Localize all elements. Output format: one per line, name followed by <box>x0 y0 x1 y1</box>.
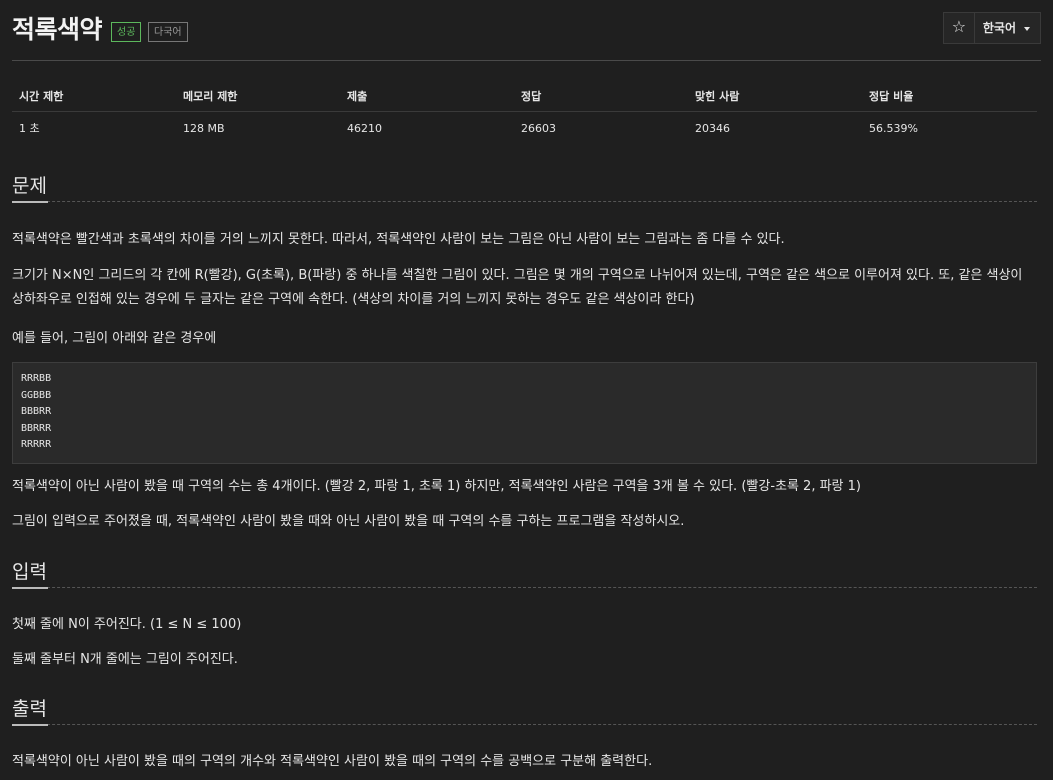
header-actions: ☆ 한국어 <box>942 12 1041 44</box>
output-section-heading: 출력 <box>12 692 1037 726</box>
output-heading-text: 출력 <box>12 698 47 720</box>
stats-header-time-limit: 시간 제한 <box>12 80 176 112</box>
input-section-heading: 입력 <box>12 555 1037 589</box>
problem-heading-text: 문제 <box>12 175 47 197</box>
caret-down-icon <box>1024 26 1030 31</box>
problem-description-p3: 예를 들어, 그림이 아래와 같은 경우에 <box>12 331 217 346</box>
problem-header: 적록색약 성공 다국어 ☆ 한국어 <box>12 0 1041 61</box>
problem-description-p5: 그림이 입력으로 주어졌을 때, 적록색약인 사람이 봤을 때와 아닌 사람이 … <box>12 514 685 529</box>
problem-stats-table: 시간 제한 메모리 제한 제출 정답 맞힌 사람 정답 비율 1 초 128 M… <box>12 80 1037 144</box>
success-badge: 성공 <box>111 22 142 42</box>
language-dropdown[interactable]: 한국어 <box>975 13 1040 43</box>
problem-title: 적록색약 <box>12 15 103 44</box>
stats-header-memory-limit: 메모리 제한 <box>176 80 340 112</box>
heading-underline <box>12 201 48 203</box>
input-description-p2: 둘째 줄부터 N개 줄에는 그림이 주어진다. <box>12 652 238 667</box>
stats-header-accepted: 정답 <box>514 80 688 112</box>
problem-description-p1: 적록색약은 빨간색과 초록색의 차이를 거의 느끼지 못한다. 따라서, 적록색… <box>12 232 785 247</box>
multilang-badge[interactable]: 다국어 <box>148 22 188 42</box>
stats-accepted[interactable]: 26603 <box>514 112 688 145</box>
heading-underline <box>12 724 48 726</box>
stats-header-solved-users: 맞힌 사람 <box>688 80 862 112</box>
stats-submissions[interactable]: 46210 <box>340 112 514 145</box>
problem-description-p2: 크기가 N×N인 그리드의 각 칸에 R(빨강), G(초록), B(파랑) 중… <box>12 268 1023 307</box>
problem-page: 적록색약 성공 다국어 ☆ 한국어 시간 제한 메모리 제한 제출 정답 맞힌 … <box>0 0 1053 780</box>
stats-value-row: 1 초 128 MB 46210 26603 20346 56.539% <box>12 112 1037 145</box>
input-description-p1: 첫째 줄에 N이 주어진다. (1 ≤ N ≤ 100) <box>12 617 242 632</box>
problem-section-heading: 문제 <box>12 169 1037 203</box>
input-heading-text: 입력 <box>12 561 47 583</box>
stats-header-ratio: 정답 비율 <box>862 80 1037 112</box>
language-label: 한국어 <box>982 21 1016 35</box>
star-icon[interactable]: ☆ <box>944 13 975 43</box>
stats-memory-limit: 128 MB <box>183 121 225 135</box>
sample-grid: RRRBB GGBBB BBBRR BBRRR RRRRR <box>12 362 1037 464</box>
stats-time-limit: 1 초 <box>19 122 40 135</box>
output-description-p1: 적록색약이 아닌 사람이 봤을 때의 구역의 개수와 적록색약인 사람이 봤을 … <box>12 754 653 769</box>
stats-solved-users[interactable]: 20346 <box>688 112 862 145</box>
stats-header-row: 시간 제한 메모리 제한 제출 정답 맞힌 사람 정답 비율 <box>12 80 1037 112</box>
problem-description-p4: 적록색약이 아닌 사람이 봤을 때 구역의 수는 총 4개이다. (빨강 2, … <box>12 479 861 494</box>
heading-underline <box>12 587 48 589</box>
stats-ratio: 56.539% <box>869 121 918 135</box>
stats-header-submissions: 제출 <box>340 80 514 112</box>
